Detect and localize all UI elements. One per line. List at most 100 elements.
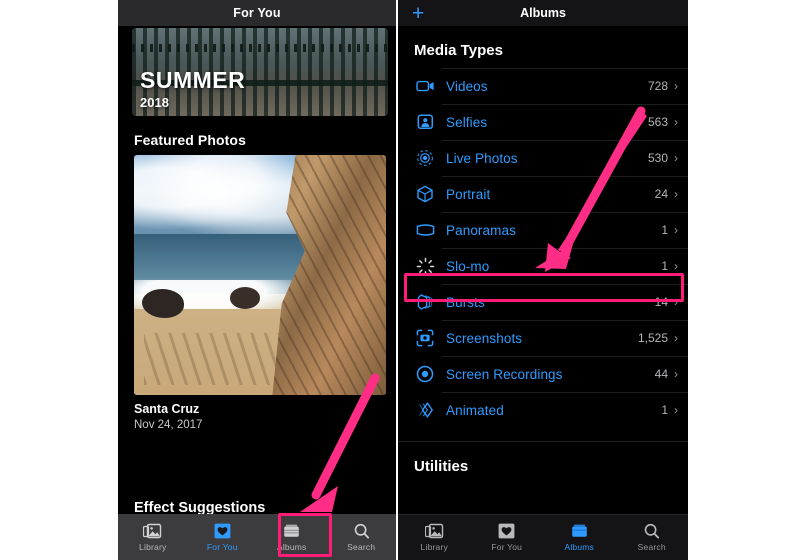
memory-year: 2018 [140, 95, 169, 110]
chevron-right-icon: › [674, 259, 678, 273]
media-row-live-photos-label: Live Photos [446, 150, 518, 166]
right-nav-bar: + Albums [398, 0, 688, 26]
panorama-icon [414, 219, 436, 241]
search-icon [353, 523, 370, 539]
slo-mo-icon [414, 255, 436, 277]
chevron-right-icon: › [674, 115, 678, 129]
chevron-right-icon: › [674, 367, 678, 381]
memory-card[interactable]: SUMMER 2018 [132, 28, 388, 116]
media-row-slo-mo-label: Slo-mo [446, 258, 490, 274]
tab-library[interactable]: Library [118, 514, 188, 560]
screenshots-icon [414, 327, 436, 349]
chevron-right-icon: › [674, 223, 678, 237]
live-photo-icon [414, 147, 436, 169]
media-row-bursts[interactable]: Bursts 14 › [398, 284, 688, 320]
media-row-screenshots-label: Screenshots [446, 330, 523, 346]
tab-for-you-label: For You [206, 541, 238, 552]
screen-recording-icon [414, 363, 436, 385]
tab-library[interactable]: Library [398, 515, 471, 560]
chevron-right-icon: › [674, 151, 678, 165]
tab-albums-label: Albums [564, 542, 595, 552]
tab-for-you[interactable]: For You [471, 515, 544, 560]
tab-library-label: Library [420, 542, 448, 552]
albums-list[interactable]: Media Types Videos 728 › Selfies 563 › L… [398, 26, 688, 514]
caption-title: Santa Cruz [134, 402, 200, 416]
featured-photos-heading: Featured Photos [134, 132, 246, 148]
fence-top-detail [132, 44, 388, 52]
sky-clouds [134, 155, 301, 237]
footprints [144, 332, 296, 386]
tab-for-you[interactable]: For You [188, 514, 258, 560]
media-row-slo-mo-count: 1 [661, 259, 668, 273]
caption-date: Nov 24, 2017 [134, 419, 203, 431]
media-row-live-photos[interactable]: Live Photos 530 › [398, 140, 688, 176]
featured-photo[interactable] [134, 155, 386, 395]
photos-library-icon [424, 523, 444, 539]
chevron-right-icon: › [674, 79, 678, 93]
media-row-selfies[interactable]: Selfies 563 › [398, 104, 688, 140]
media-row-selfies-count: 563 [647, 115, 668, 129]
rock-mid [229, 287, 260, 309]
media-row-screen-recordings-count: 44 [654, 367, 668, 381]
albums-folder-icon [282, 523, 301, 539]
video-camera-icon [414, 75, 436, 97]
tab-albums[interactable]: Albums [257, 514, 327, 560]
media-row-portrait-label: Portrait [446, 186, 491, 202]
media-row-portrait-count: 24 [654, 187, 668, 201]
tab-search[interactable]: Search [616, 515, 689, 560]
media-row-animated[interactable]: Animated 1 › [398, 392, 688, 428]
portrait-cube-icon [414, 183, 436, 205]
media-row-videos-label: Videos [446, 78, 488, 94]
left-nav-bar: For You [118, 0, 396, 26]
tab-library-label: Library [139, 541, 167, 552]
media-row-screen-recordings-label: Screen Recordings [446, 366, 563, 382]
memory-card-text: SUMMER 2018 [140, 67, 246, 111]
tab-search[interactable]: Search [327, 514, 397, 560]
tab-for-you-label: For You [491, 542, 523, 552]
media-row-selfies-label: Selfies [446, 114, 488, 130]
right-phone-screen: + Albums Media Types Videos 728 › Selfie… [398, 0, 688, 560]
albums-folder-icon [570, 523, 589, 539]
tab-albums-label: Albums [276, 541, 307, 552]
chevron-right-icon: › [674, 403, 678, 417]
memory-title: SUMMER [140, 67, 246, 93]
media-types-heading: Media Types [414, 42, 503, 59]
tab-search-label: Search [347, 541, 376, 552]
photos-library-icon [143, 523, 162, 539]
media-row-panoramas-label: Panoramas [446, 222, 516, 238]
utilities-heading: Utilities [414, 458, 469, 475]
for-you-heart-icon [498, 523, 515, 539]
media-row-portrait[interactable]: Portrait 24 › [398, 176, 688, 212]
selfie-person-icon [414, 111, 436, 133]
media-row-live-photos-count: 530 [647, 151, 668, 165]
media-row-panoramas[interactable]: Panoramas 1 › [398, 212, 688, 248]
featured-photo-caption: Santa Cruz Nov 24, 2017 [134, 402, 396, 431]
media-row-slo-mo[interactable]: Slo-mo 1 › [398, 248, 688, 284]
media-row-animated-count: 1 [661, 403, 668, 417]
left-phone-screen: For You SUMMER 2018 Featured Photos Sant… [118, 0, 396, 560]
add-album-button[interactable]: + [412, 3, 424, 24]
right-tab-bar: Library For You Albums Search [398, 514, 688, 560]
chevron-right-icon: › [674, 295, 678, 309]
animated-icon [414, 399, 436, 421]
tab-search-label: Search [637, 542, 666, 552]
media-row-panoramas-count: 1 [661, 223, 668, 237]
left-tab-bar: Library For You Albums Search [118, 514, 396, 560]
media-row-videos[interactable]: Videos 728 › [398, 68, 688, 104]
media-row-bursts-label: Bursts [446, 294, 485, 310]
media-row-videos-count: 728 [647, 79, 668, 93]
media-row-screenshots[interactable]: Screenshots 1,525 › [398, 320, 688, 356]
chevron-right-icon: › [674, 187, 678, 201]
media-row-animated-label: Animated [446, 402, 504, 418]
screenshot-stage: For You SUMMER 2018 Featured Photos Sant… [0, 0, 800, 560]
media-row-bursts-count: 14 [654, 295, 668, 309]
chevron-right-icon: › [674, 331, 678, 345]
media-row-screenshots-count: 1,525 [637, 331, 668, 345]
left-nav-title: For You [233, 6, 281, 20]
tab-albums[interactable]: Albums [543, 515, 616, 560]
search-icon [643, 523, 660, 539]
media-row-screen-recordings[interactable]: Screen Recordings 44 › [398, 356, 688, 392]
for-you-heart-icon [214, 523, 231, 539]
bursts-stack-icon [414, 291, 436, 313]
right-nav-title: Albums [520, 6, 566, 20]
